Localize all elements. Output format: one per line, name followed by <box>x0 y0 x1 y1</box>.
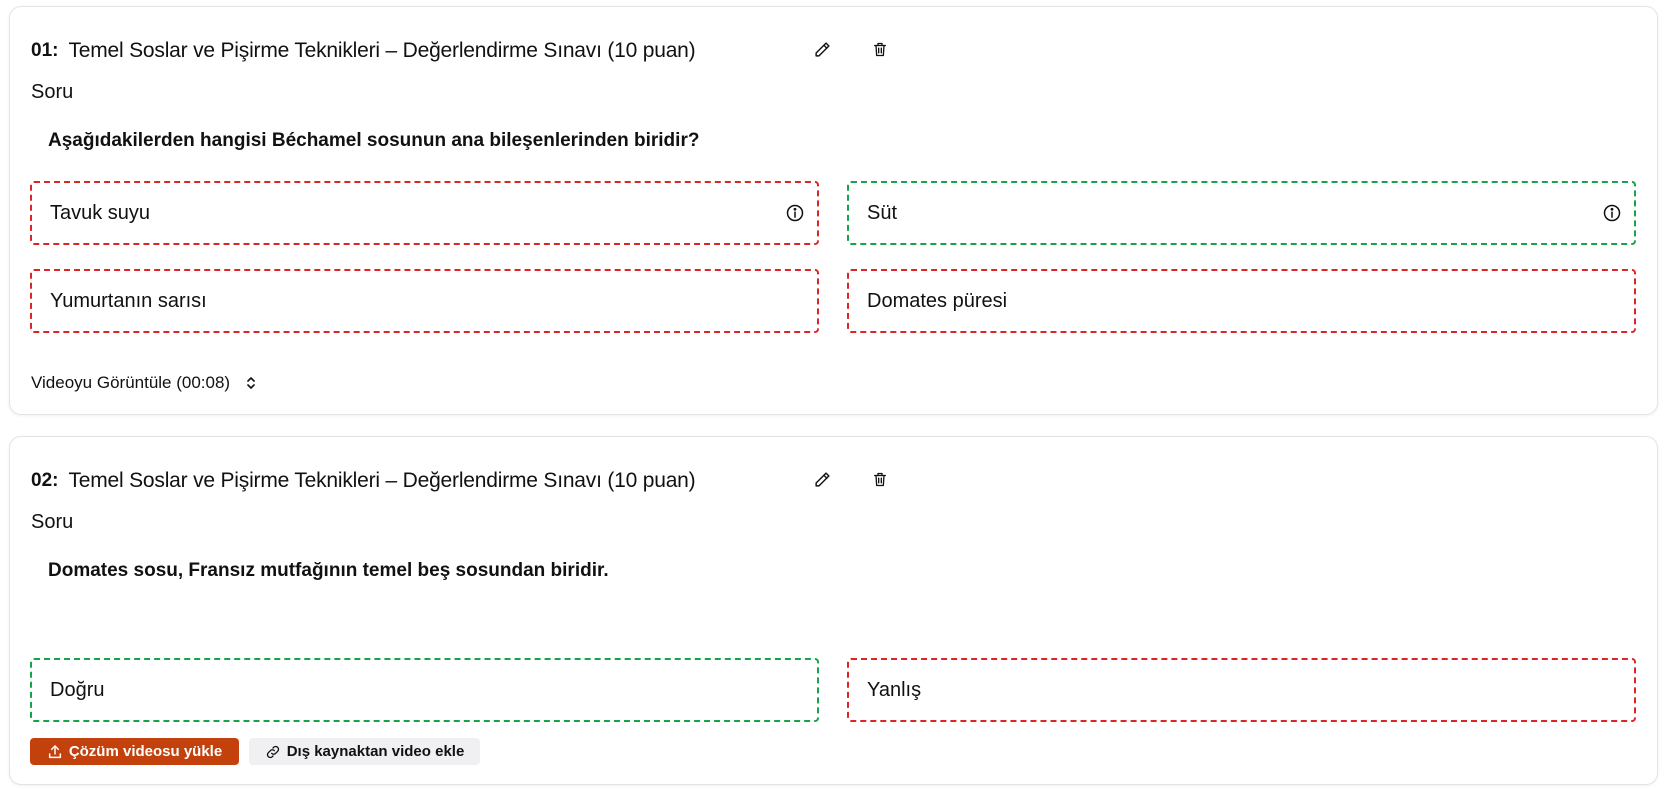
option-label: Doğru <box>50 678 105 701</box>
answer-option[interactable]: Yanlış <box>847 658 1636 722</box>
upload-button-label: Çözüm videosu yükle <box>68 743 223 760</box>
question-title: Temel Soslar ve Pişirme Teknikleri – Değ… <box>68 469 696 492</box>
pencil-icon <box>814 41 830 57</box>
answer-option[interactable]: Tavuk suyu <box>30 181 819 245</box>
upload-icon <box>48 744 61 758</box>
question-number: 02: <box>31 470 59 491</box>
delete-button[interactable] <box>868 37 892 61</box>
delete-button[interactable] <box>868 467 892 491</box>
option-label: Tavuk suyu <box>50 201 151 224</box>
edit-button[interactable] <box>810 37 834 61</box>
answer-option[interactable]: Süt <box>847 181 1636 245</box>
info-icon[interactable] <box>1602 203 1622 223</box>
question-number: 01: <box>31 40 59 61</box>
section-label: Soru <box>31 511 74 533</box>
option-label: Yanlış <box>867 678 922 701</box>
question-card: 01: Temel Soslar ve Pişirme Teknikleri –… <box>9 6 1658 415</box>
answer-option[interactable]: Yumurtanın sarısı <box>30 269 819 333</box>
question-card: 02: Temel Soslar ve Pişirme Teknikleri –… <box>9 436 1658 785</box>
add-external-video-button[interactable]: Dış kaynaktan video ekle <box>249 738 480 765</box>
question-text: Aşağıdakilerden hangisi Béchamel sosunun… <box>48 130 700 151</box>
question-header: 01: Temel Soslar ve Pişirme Teknikleri –… <box>31 35 696 67</box>
info-icon[interactable] <box>785 203 805 223</box>
external-button-label: Dış kaynaktan video ekle <box>286 743 465 760</box>
trash-icon <box>874 472 886 486</box>
link-icon <box>266 745 279 758</box>
video-toggle-label: Videoyu Görüntüle (00:08) <box>31 373 231 392</box>
question-text: Domates sosu, Fransız mutfağının temel b… <box>48 560 609 581</box>
section-label: Soru <box>31 81 74 103</box>
edit-button[interactable] <box>810 467 834 491</box>
question-title: Temel Soslar ve Pişirme Teknikleri – Değ… <box>68 39 696 62</box>
option-label: Domates püresi <box>867 289 1008 312</box>
answer-option[interactable]: Doğru <box>30 658 819 722</box>
question-header: 02: Temel Soslar ve Pişirme Teknikleri –… <box>31 465 696 497</box>
trash-icon <box>874 42 886 56</box>
answer-option[interactable]: Domates püresi <box>847 269 1636 333</box>
option-label: Yumurtanın sarısı <box>50 289 207 312</box>
option-label: Süt <box>867 201 898 224</box>
video-toggle[interactable]: Videoyu Görüntüle (00:08) <box>31 373 258 393</box>
upload-solution-video-button[interactable]: Çözüm videosu yükle <box>30 738 239 765</box>
chevron-up-down-icon <box>247 377 255 389</box>
pencil-icon <box>814 471 830 487</box>
